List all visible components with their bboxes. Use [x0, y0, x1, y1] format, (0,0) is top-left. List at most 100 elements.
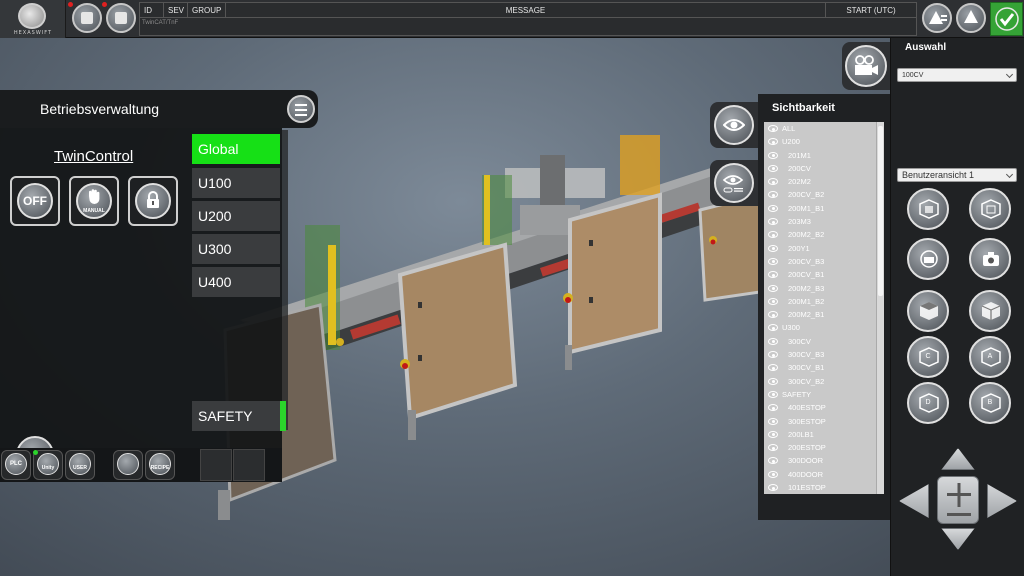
- eye-icon[interactable]: [768, 337, 778, 345]
- eye-icon[interactable]: [768, 484, 778, 492]
- eye-icon[interactable]: [768, 430, 778, 438]
- visibility-item[interactable]: 200M2_B2: [764, 228, 882, 241]
- view-top-button[interactable]: [907, 290, 949, 332]
- visibility-item[interactable]: 200LB1: [764, 428, 882, 441]
- eye-icon[interactable]: [768, 164, 778, 172]
- view-dropdown[interactable]: Benutzeransicht 1: [897, 168, 1017, 182]
- visibility-list-button[interactable]: [710, 160, 758, 206]
- visibility-item[interactable]: ALL: [764, 122, 882, 135]
- pan-down-button[interactable]: [941, 528, 975, 550]
- eye-icon[interactable]: [768, 417, 778, 425]
- unit-u300[interactable]: U300: [192, 234, 280, 264]
- recipe-button[interactable]: RECIPE: [145, 450, 175, 480]
- unity-button[interactable]: Unity: [33, 450, 63, 480]
- visibility-item[interactable]: 200Y1: [764, 242, 882, 255]
- eye-icon[interactable]: [768, 377, 778, 385]
- plc-button[interactable]: PLC: [1, 450, 31, 480]
- eye-icon[interactable]: [768, 191, 778, 199]
- eye-icon[interactable]: [768, 284, 778, 292]
- col-sev[interactable]: SEV: [164, 3, 188, 17]
- visibility-item[interactable]: 300CV: [764, 335, 882, 348]
- visibility-toggle-button[interactable]: [710, 102, 758, 148]
- unit-u200[interactable]: U200: [192, 201, 280, 231]
- snapshot-button[interactable]: [969, 238, 1011, 280]
- twincontrol-title[interactable]: TwinControl: [54, 148, 133, 165]
- ack-all-button[interactable]: [922, 3, 952, 33]
- visibility-item[interactable]: 101ESTOP: [764, 481, 882, 494]
- off-button[interactable]: OFF: [10, 176, 60, 226]
- col-message[interactable]: MESSAGE: [226, 3, 826, 17]
- eye-icon[interactable]: [768, 178, 778, 186]
- visibility-item[interactable]: 200ESTOP: [764, 441, 882, 454]
- acknowledge-button[interactable]: [956, 3, 986, 33]
- eye-icon[interactable]: [768, 390, 778, 398]
- visibility-item[interactable]: 203M3: [764, 215, 882, 228]
- ok-button[interactable]: [990, 2, 1023, 36]
- view-b-button[interactable]: B: [969, 382, 1011, 424]
- view-c-button[interactable]: C: [907, 336, 949, 378]
- rotate-camera-button[interactable]: [907, 238, 949, 280]
- pan-left-button[interactable]: [899, 483, 929, 519]
- selection-dropdown[interactable]: 100CV: [897, 68, 1017, 82]
- visibility-item[interactable]: 200M1_B1: [764, 202, 882, 215]
- view-front-button[interactable]: [907, 188, 949, 230]
- visibility-item[interactable]: 200CV_B3: [764, 255, 882, 268]
- eye-icon[interactable]: [768, 470, 778, 478]
- visibility-item[interactable]: 200M2_B1: [764, 308, 882, 321]
- zoom-center-button[interactable]: [937, 476, 979, 524]
- eye-icon[interactable]: [768, 364, 778, 372]
- user-settings-button[interactable]: [113, 450, 143, 480]
- message-table[interactable]: ID SEV GROUP MESSAGE START (UTC) TwinCAT…: [139, 2, 917, 36]
- eye-icon[interactable]: [768, 444, 778, 452]
- visibility-list[interactable]: ALL U200 201M1 200CV 202M2 200CV_B2 200M1_B1 20…: [764, 122, 882, 494]
- visibility-item[interactable]: 300CV_B3: [764, 348, 882, 361]
- eye-icon[interactable]: [768, 138, 778, 146]
- view-a-button[interactable]: A: [969, 336, 1011, 378]
- col-group[interactable]: GROUP: [188, 3, 226, 17]
- empty-slot-1[interactable]: [200, 449, 232, 481]
- visibility-item[interactable]: 200M1_B2: [764, 295, 882, 308]
- visibility-item[interactable]: 200CV_B1: [764, 268, 882, 281]
- visibility-item[interactable]: 201M1: [764, 149, 882, 162]
- eye-icon[interactable]: [768, 297, 778, 305]
- eye-icon[interactable]: [768, 404, 778, 412]
- visibility-item[interactable]: 200CV_B2: [764, 188, 882, 201]
- col-start[interactable]: START (UTC): [826, 3, 916, 17]
- eye-icon[interactable]: [768, 151, 778, 159]
- col-id[interactable]: ID: [140, 3, 164, 17]
- message-row[interactable]: TwinCAT/TnF: [140, 18, 916, 26]
- unit-global[interactable]: Global: [192, 134, 280, 164]
- menu-button[interactable]: [287, 95, 315, 123]
- eye-icon[interactable]: [768, 244, 778, 252]
- unit-safety[interactable]: SAFETY: [192, 401, 286, 431]
- view-back-button[interactable]: [969, 188, 1011, 230]
- scrollbar-thumb[interactable]: [878, 126, 883, 296]
- view-iso-button[interactable]: [969, 290, 1011, 332]
- eye-icon[interactable]: [768, 218, 778, 226]
- pan-up-button[interactable]: [941, 448, 975, 470]
- eye-icon[interactable]: [768, 457, 778, 465]
- visibility-item[interactable]: 202M2: [764, 175, 882, 188]
- camera-button[interactable]: [842, 42, 890, 90]
- unit-u100[interactable]: U100: [192, 168, 280, 198]
- visibility-item[interactable]: 300CV_B2: [764, 375, 882, 388]
- visibility-item[interactable]: 300ESTOP: [764, 415, 882, 428]
- view-d-button[interactable]: D: [907, 382, 949, 424]
- visibility-item[interactable]: U300: [764, 321, 882, 334]
- eye-icon[interactable]: [768, 231, 778, 239]
- visibility-item[interactable]: 200M2_B3: [764, 282, 882, 295]
- user-button[interactable]: USER: [65, 450, 95, 480]
- alarm-list-button[interactable]: [72, 3, 102, 33]
- eye-icon[interactable]: [768, 311, 778, 319]
- unit-u400[interactable]: U400: [192, 267, 280, 297]
- eye-icon[interactable]: [768, 271, 778, 279]
- visibility-item[interactable]: 200CV: [764, 162, 882, 175]
- lock-button[interactable]: [128, 176, 178, 226]
- manual-button[interactable]: MANUAL: [69, 176, 119, 226]
- visibility-item[interactable]: 400DOOR: [764, 468, 882, 481]
- pan-right-button[interactable]: [987, 483, 1017, 519]
- visibility-item[interactable]: 300CV_B1: [764, 361, 882, 374]
- eye-icon[interactable]: [768, 125, 778, 132]
- eye-icon[interactable]: [768, 324, 778, 332]
- visibility-item[interactable]: 400ESTOP: [764, 401, 882, 414]
